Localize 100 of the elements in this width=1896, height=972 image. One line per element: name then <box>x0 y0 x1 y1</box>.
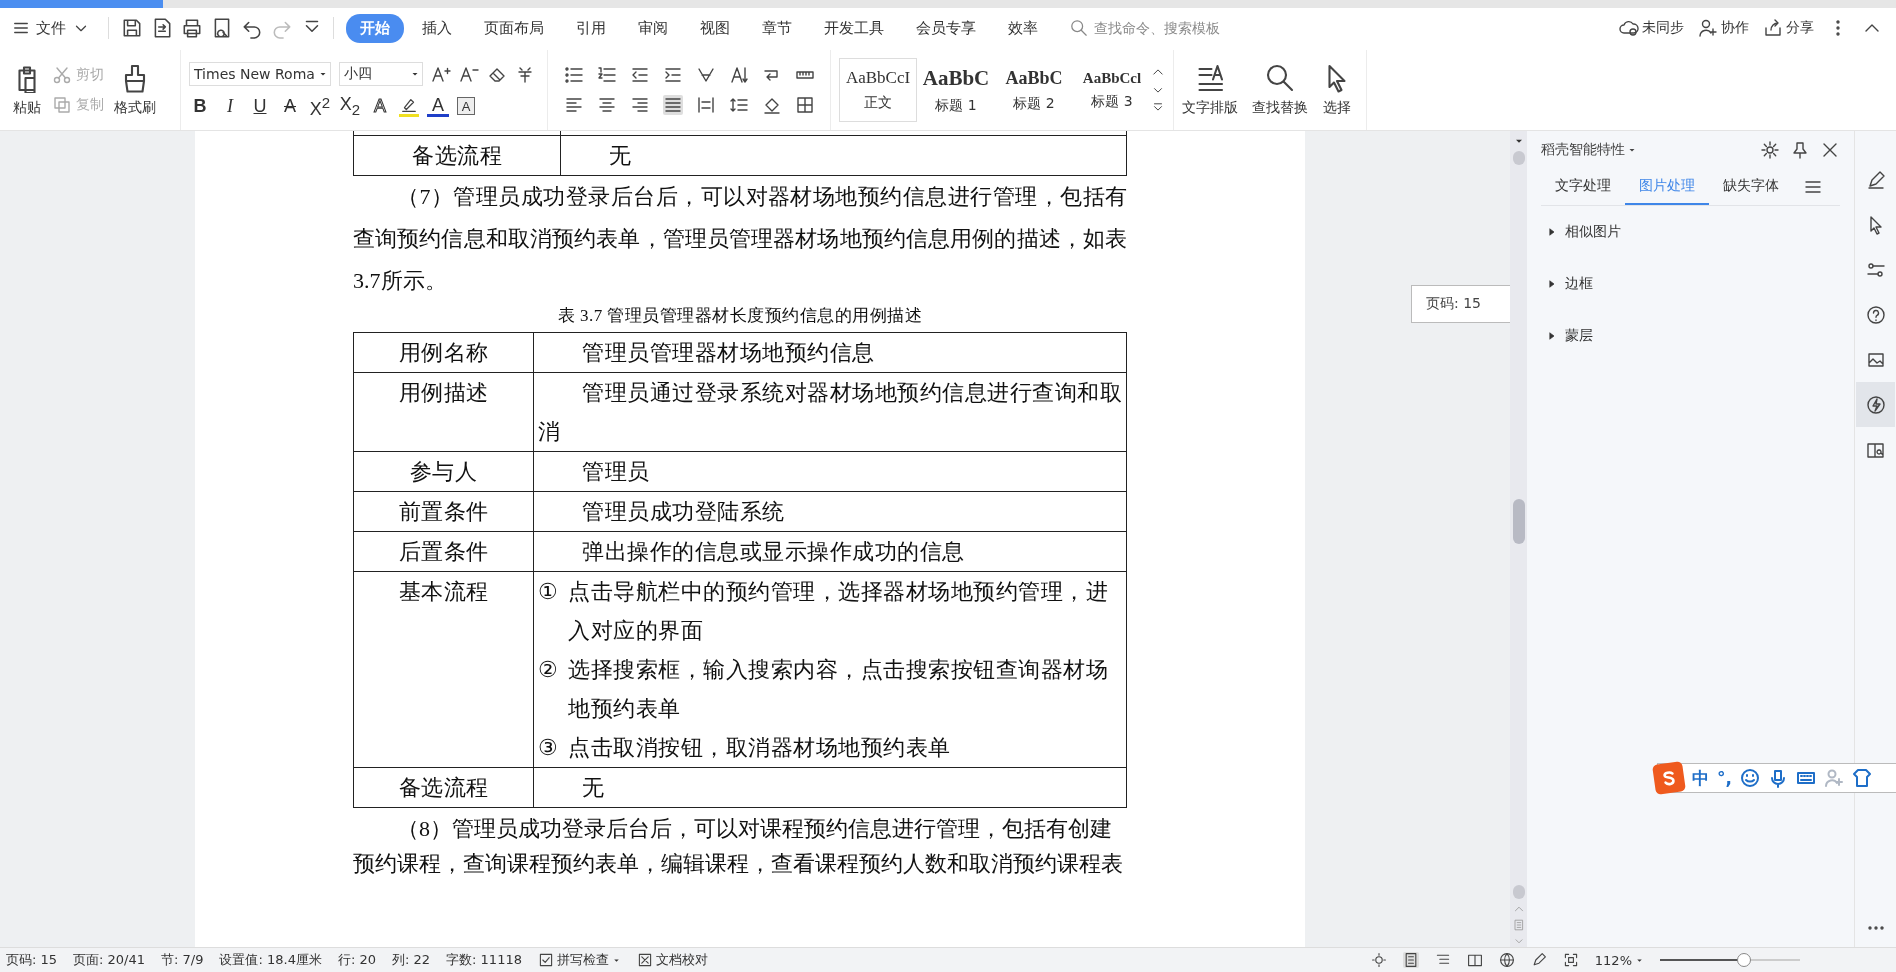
ribbon-tab[interactable]: 开发工具 <box>810 13 898 43</box>
ribbon-button[interactable]: 选择 <box>1322 63 1352 117</box>
save-icon[interactable] <box>121 17 143 39</box>
share-icon <box>1763 18 1783 38</box>
style-preset[interactable]: AaBbC 标题 1 <box>917 58 995 122</box>
punctuation-mode[interactable]: °, <box>1717 768 1732 788</box>
ribbon-button[interactable]: 文字排版 <box>1182 63 1238 117</box>
panel-title-dropdown[interactable]: 稻壳智能特性 <box>1541 141 1637 159</box>
ribbon-tab[interactable]: 插入 <box>408 13 466 43</box>
distribute-icon[interactable] <box>695 95 716 115</box>
settings-icon[interactable] <box>1760 140 1780 160</box>
ribbon-tab[interactable]: 审阅 <box>624 13 682 43</box>
toolbar-button[interactable]: 未同步 <box>1619 18 1684 38</box>
lightning-icon <box>1865 394 1886 415</box>
search-field[interactable]: 查找命令、搜索模板 <box>1070 19 1266 37</box>
panel-tab[interactable]: 图片处理 <box>1625 169 1709 205</box>
justify-icon[interactable] <box>662 95 683 115</box>
bullet-list-icon[interactable] <box>563 65 584 85</box>
slider-thumb[interactable] <box>1737 953 1751 967</box>
format-button[interactable]: A <box>457 97 475 115</box>
paragraph: （7）管理员成功登录后台后，可以对器材场地预约信息进行管理，包括有查询预约信息和取消预约表单，管理员管理器材场地预约信息用例的描述，如表3.7所示。 <box>353 183 1127 295</box>
format-button[interactable]: U <box>249 94 271 118</box>
font-name-select[interactable]: Times New Roma <box>189 62 331 86</box>
brightness-icon[interactable] <box>1370 952 1387 968</box>
style-preset[interactable]: AaBbCcI 正文 <box>839 58 917 122</box>
table-cell: 备选流程 <box>353 767 534 808</box>
table-cell: 后置条件 <box>353 531 534 572</box>
ribbon-tab[interactable]: 视图 <box>686 13 744 43</box>
panel-section[interactable]: 相似图片 <box>1541 206 1621 258</box>
status-text: 设置值: 18.4厘米 <box>219 951 322 969</box>
toolbar-button[interactable]: 分享 <box>1763 18 1814 38</box>
search-icon <box>1070 19 1088 37</box>
ribbon-button[interactable]: 粘贴 <box>12 63 42 117</box>
style-preset[interactable]: AaBbC 标题 2 <box>995 58 1073 122</box>
format-button[interactable]: A <box>369 94 391 118</box>
paragraph: （8）管理员成功登录后台后，可以对课程预约信息进行管理，包括有创建 <box>396 815 1113 843</box>
table-caption: 表 3.7 管理员管理器材长度预约信息的用例描述 <box>556 305 924 327</box>
ribbon-button[interactable]: 查找替换 <box>1252 63 1308 117</box>
print-icon[interactable] <box>181 17 203 39</box>
page-number-tooltip: 页码: 15 <box>1411 285 1510 323</box>
input-mode[interactable]: 中 <box>1692 766 1709 790</box>
reading-view-icon[interactable] <box>1466 952 1483 968</box>
page-view-icon[interactable] <box>1402 952 1419 968</box>
file-menu[interactable]: 文件 <box>6 18 96 38</box>
format-button[interactable]: I <box>219 94 241 118</box>
add-person-icon <box>1698 18 1718 38</box>
indent-icon[interactable] <box>662 65 683 85</box>
ribbon-tab[interactable]: 效率 <box>994 13 1052 43</box>
ribbon-tab[interactable]: 会员专享 <box>902 13 990 43</box>
ribbon-tab[interactable]: 页面布局 <box>470 13 558 43</box>
table-cell: 用例名称 <box>353 332 534 373</box>
search-icon <box>1265 63 1295 93</box>
paragraph: 预约课程，查询课程预约表单，编辑课程，查看课程预约人数和取消预约课程表 <box>353 850 1124 878</box>
format-button[interactable]: X$^{2}$ <box>309 94 331 118</box>
format-button[interactable]: A <box>427 95 449 117</box>
increase-font-icon[interactable] <box>431 64 451 84</box>
ribbon-button[interactable]: 格式刷 <box>114 63 156 117</box>
font-size-select[interactable]: 小四 <box>339 62 423 86</box>
line-spacing-icon[interactable] <box>728 95 749 115</box>
format-button[interactable]: X$_{2}$ <box>339 94 361 118</box>
style-preset[interactable]: AaBbCcl 标题 3 <box>1073 58 1151 122</box>
scrollbar-thumb[interactable] <box>1512 499 1525 544</box>
panel-section[interactable]: 边框 <box>1541 258 1593 310</box>
status-button[interactable]: 拼写检查 <box>537 951 621 969</box>
table-cell: 基本流程 <box>353 571 534 768</box>
align-center-icon[interactable] <box>596 95 617 115</box>
status-text: 页码: 15 <box>6 951 58 969</box>
step-number: ③ <box>538 734 560 762</box>
scrollbar[interactable] <box>1510 131 1527 947</box>
align-right-icon[interactable] <box>629 95 650 115</box>
checkbox-icon <box>537 952 554 968</box>
status-button[interactable]: 文档校对 <box>636 951 708 969</box>
panel-tab[interactable]: 缺失字体 <box>1709 169 1793 205</box>
status-text: 页面: 20/41 <box>73 951 146 969</box>
smiley-icon[interactable] <box>1739 768 1760 788</box>
fit-page-icon[interactable] <box>1562 952 1579 968</box>
toolbar-button[interactable]: 协作 <box>1698 18 1749 38</box>
shirt-icon[interactable] <box>1851 768 1872 788</box>
panel-section[interactable]: 蒙层 <box>1541 310 1593 362</box>
zoom-dropdown[interactable]: 112% <box>1594 952 1644 968</box>
format-button[interactable]: A <box>279 94 301 118</box>
cloud-icon <box>1619 18 1639 38</box>
sidebar-button[interactable] <box>1856 382 1895 427</box>
status-text: 字数: 11118 <box>446 951 522 969</box>
status-text: 列: 22 <box>392 951 431 969</box>
web-view-icon[interactable] <box>1498 952 1515 968</box>
numbered-list-icon[interactable] <box>596 65 617 85</box>
decrease-font-icon[interactable] <box>459 64 479 84</box>
format-button[interactable]: B <box>189 94 211 118</box>
crossed-box-icon <box>636 952 653 968</box>
ribbon-tab[interactable]: 引用 <box>562 13 620 43</box>
outdent-icon[interactable] <box>629 65 650 85</box>
ribbon-tab[interactable]: 章节 <box>748 13 806 43</box>
status-text: 节: 7/9 <box>161 951 204 969</box>
table-cell: 参与人 <box>353 451 534 492</box>
sort-icon[interactable] <box>728 65 749 85</box>
copy-icon <box>52 95 72 115</box>
borders-icon[interactable] <box>794 95 815 115</box>
align-left-icon[interactable] <box>563 95 584 115</box>
panel-tab[interactable]: 文字处理 <box>1541 169 1625 205</box>
